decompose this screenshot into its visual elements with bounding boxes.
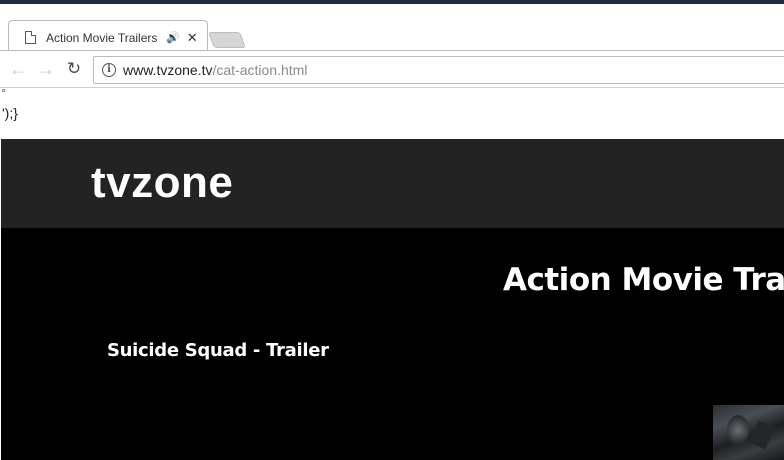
audio-playing-icon[interactable]: 🔊 bbox=[166, 31, 180, 44]
page-document-icon bbox=[25, 31, 36, 44]
forward-arrow-icon[interactable]: → bbox=[36, 59, 56, 79]
back-arrow-icon[interactable]: ← bbox=[8, 59, 28, 79]
browser-tab-active[interactable]: Action Movie Trailers 🔊 ✕ bbox=[8, 20, 208, 54]
tab-strip: Action Movie Trailers 🔊 ✕ bbox=[0, 4, 784, 54]
trailer-thumbnail[interactable] bbox=[713, 405, 784, 460]
browser-toolbar: ← → ↻ i www.tvzone.tv/cat-action.html bbox=[0, 50, 784, 88]
page-title: Action Movie Trail bbox=[503, 262, 784, 298]
tab-title: Action Movie Trailers bbox=[46, 30, 158, 45]
main-content: Action Movie Trail Suicide Squad - Trail… bbox=[1, 228, 784, 460]
trailer-title-link[interactable]: Suicide Squad - Trailer bbox=[107, 340, 329, 361]
site-logo[interactable]: tvzone bbox=[91, 159, 233, 207]
site-header: tvzone bbox=[1, 139, 784, 228]
site-info-icon[interactable]: i bbox=[102, 63, 116, 77]
page-content: ');} tvzone Action Movie Trail Suicide S… bbox=[0, 89, 784, 460]
reload-icon[interactable]: ↻ bbox=[64, 59, 84, 79]
new-tab-button[interactable] bbox=[208, 32, 246, 48]
broken-image-marker bbox=[2, 89, 5, 92]
close-tab-icon[interactable]: ✕ bbox=[187, 30, 198, 45]
url-host: www.tvzone.tv bbox=[123, 62, 213, 78]
stray-script-text: ');} bbox=[2, 105, 18, 121]
address-bar[interactable]: i www.tvzone.tv/cat-action.html bbox=[93, 56, 784, 84]
url-path: /cat-action.html bbox=[212, 62, 308, 78]
